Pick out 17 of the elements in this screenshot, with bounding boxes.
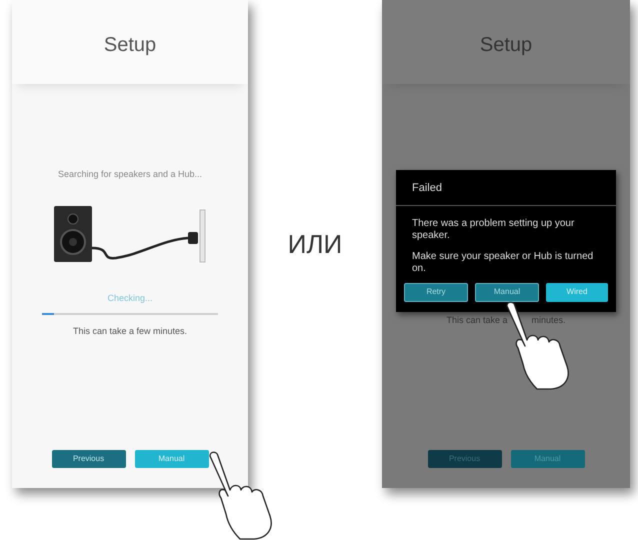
footer-button[interactable]: Manual xyxy=(510,450,584,468)
dialog-title: Failed xyxy=(411,181,443,196)
dialog-message: Make sure your speaker or Hub is turned on. xyxy=(412,250,594,274)
dialog-button[interactable]: Manual xyxy=(475,282,539,302)
info-text: This can take a xyxy=(446,314,508,326)
separator-text: ИЛИ xyxy=(288,228,342,260)
footer-button[interactable]: Previous xyxy=(52,450,126,468)
screen-title: Setup xyxy=(480,33,532,58)
checking-text: Checking... xyxy=(107,292,153,305)
footer-button[interactable]: Manual xyxy=(134,450,208,468)
dialog-message: There was a problem setting up your speaker. xyxy=(412,218,576,242)
dialog-button[interactable]: Retry xyxy=(404,282,468,302)
info-text: This can take a few minutes. xyxy=(72,325,188,338)
dialog-button[interactable]: Wired xyxy=(546,282,608,302)
screen-title: Setup xyxy=(104,33,156,58)
info-text: minutes. xyxy=(532,314,566,326)
status-text: Searching for speakers and a Hub... xyxy=(58,168,202,181)
